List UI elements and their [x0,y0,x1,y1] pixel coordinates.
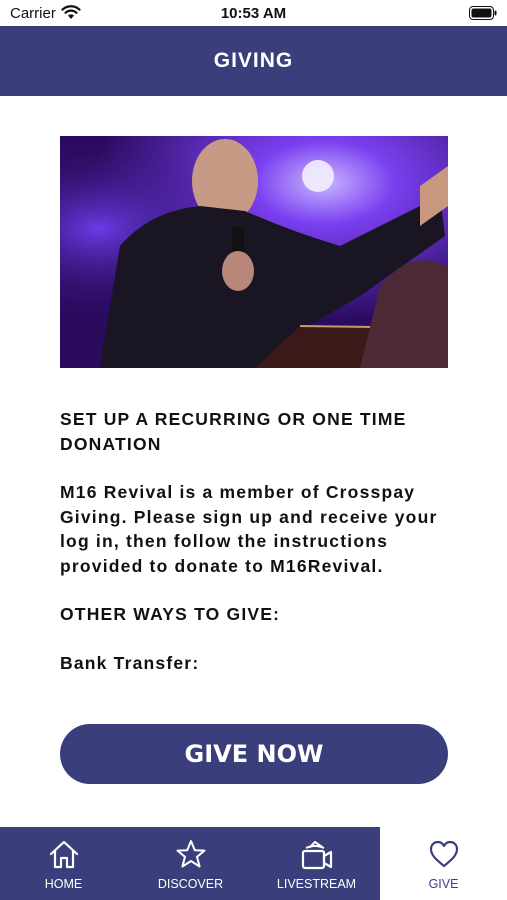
tab-give[interactable]: GIVE [380,827,507,900]
donation-heading: SET UP A RECURRING OR ONE TIME DONATION [60,409,407,454]
livestream-icon [301,841,332,870]
tab-discover[interactable]: DISCOVER [127,827,254,900]
navigation-header: GIVING [0,26,507,96]
tab-home[interactable]: HOME [0,827,127,900]
tab-home-label: HOME [44,877,83,891]
hero-photo [60,136,448,368]
tab-give-label: GIVE [428,877,459,891]
bank-transfer-label: Bank Transfer: [60,652,200,673]
give-now-button[interactable]: GIVE NOW [60,724,448,784]
battery-icon [469,6,497,20]
hero-illustration [60,136,448,368]
heart-icon [429,840,458,868]
tab-livestream[interactable]: LIVESTREAM [253,827,380,900]
donation-info: SET UP A RECURRING OR ONE TIME DONATION … [60,407,460,675]
tab-livestream-label: LIVESTREAM [276,877,357,891]
status-time: 10:53 AM [220,5,287,22]
page-title: GIVING [213,49,294,72]
other-ways-heading: OTHER WAYS TO GIVE: [60,604,281,624]
star-icon [176,840,205,868]
tab-bar: HOME DISCOVER LIVESTREAM GIVE [0,827,507,900]
home-icon [49,840,78,869]
status-bar: Carrier 10:53 AM [0,0,507,26]
donation-description: M16 Revival is a member of Crosspay Givi… [60,482,438,576]
tab-discover-label: DISCOVER [157,877,224,891]
